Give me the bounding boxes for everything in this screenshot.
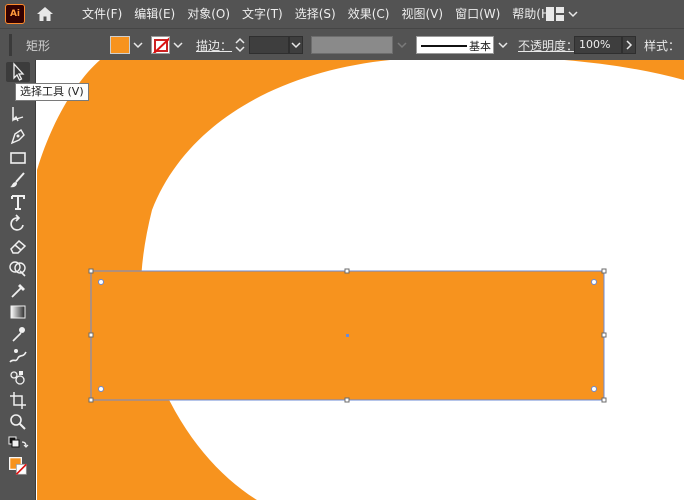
menu-bar: Ai 文件(F) 编辑(E) 对象(O) 文字(T) 选择(S) 效果(C) 视… bbox=[0, 0, 684, 28]
zoom-icon bbox=[10, 414, 26, 430]
menu-edit[interactable]: 编辑(E) bbox=[128, 0, 181, 28]
menu-effect[interactable]: 效果(C) bbox=[342, 0, 396, 28]
watermark: 知乎 @冒险的Cutfish bbox=[474, 465, 642, 485]
control-bar: 矩形 描边： 基本 不透明度： 100% 样式： bbox=[0, 28, 684, 60]
opacity-expand-button[interactable] bbox=[622, 36, 636, 54]
menu-view[interactable]: 视图(V) bbox=[395, 0, 449, 28]
chevron-right-icon bbox=[626, 40, 633, 50]
main-menu: 文件(F) 编辑(E) 对象(O) 文字(T) 选择(S) 效果(C) 视图(V… bbox=[76, 0, 561, 28]
rectangle-icon bbox=[10, 152, 26, 164]
fill-stroke-indicator[interactable] bbox=[6, 456, 30, 480]
eyedropper-tool[interactable] bbox=[6, 280, 30, 300]
pen-icon bbox=[10, 129, 25, 145]
menu-file[interactable]: 文件(F) bbox=[76, 0, 128, 28]
chevron-down-icon[interactable] bbox=[568, 9, 578, 19]
rectangle-tool[interactable] bbox=[6, 148, 30, 168]
artboard-canvas[interactable] bbox=[37, 60, 684, 500]
direct-selection-icon bbox=[12, 107, 24, 122]
opacity-label[interactable]: 不透明度： bbox=[518, 37, 578, 54]
type-icon bbox=[11, 195, 25, 210]
chevron-down-icon[interactable] bbox=[498, 41, 508, 49]
blob-brush-icon bbox=[9, 349, 27, 363]
fill-stroke-icon bbox=[9, 457, 27, 475]
menu-window[interactable]: 窗口(W) bbox=[449, 0, 506, 28]
paintbrush-icon bbox=[10, 172, 25, 188]
rotate-icon bbox=[10, 214, 24, 231]
swap-colors-icon bbox=[8, 436, 29, 448]
eraser-tool[interactable] bbox=[6, 236, 30, 256]
type-tool[interactable] bbox=[6, 192, 30, 212]
eraser-icon bbox=[10, 239, 27, 254]
chevron-down-icon bbox=[291, 42, 301, 49]
stroke-color-swatch[interactable] bbox=[151, 36, 170, 54]
symbol-sprayer-icon bbox=[10, 371, 25, 385]
pen-tool[interactable] bbox=[6, 126, 30, 146]
brush-definition-dropdown[interactable]: 基本 bbox=[416, 36, 494, 54]
artboard-tool[interactable] bbox=[6, 390, 30, 410]
panel-grip[interactable] bbox=[9, 34, 12, 56]
direct-selection-tool[interactable] bbox=[6, 104, 30, 124]
eyedropper-icon bbox=[12, 327, 25, 342]
brush-label: 基本 bbox=[469, 40, 491, 53]
center-point bbox=[346, 334, 349, 337]
shape-builder-tool[interactable] bbox=[6, 258, 30, 278]
selection-arrow-icon bbox=[13, 62, 25, 81]
no-stroke-icon bbox=[152, 37, 169, 53]
shape-builder-icon bbox=[9, 261, 26, 277]
fill-color-swatch[interactable] bbox=[110, 36, 130, 54]
workspace-switcher-icon[interactable] bbox=[546, 7, 564, 21]
gradient-tool[interactable] bbox=[6, 302, 30, 322]
artwork bbox=[37, 60, 684, 500]
menu-object[interactable]: 对象(O) bbox=[181, 0, 236, 28]
stroke-label[interactable]: 描边： bbox=[196, 37, 232, 54]
paintbrush-tool[interactable] bbox=[6, 170, 30, 190]
default-colors-toggle[interactable] bbox=[6, 434, 30, 454]
zoom-tool[interactable] bbox=[6, 412, 30, 432]
rotate-tool[interactable] bbox=[6, 214, 30, 234]
eyedropper-tool-2[interactable] bbox=[6, 324, 30, 344]
tools-panel bbox=[0, 60, 36, 500]
variable-width-profile[interactable] bbox=[311, 36, 393, 54]
blob-brush-tool[interactable] bbox=[6, 346, 30, 366]
stroke-weight-input[interactable] bbox=[249, 36, 289, 54]
style-label[interactable]: 样式： bbox=[644, 37, 680, 54]
stroke-weight-stepper-icon[interactable] bbox=[233, 35, 247, 55]
chevron-down-icon[interactable] bbox=[395, 36, 409, 54]
tool-tooltip: 选择工具 (V) bbox=[15, 83, 89, 101]
app-logo: Ai bbox=[5, 4, 25, 24]
object-type-label: 矩形 bbox=[26, 39, 51, 53]
chevron-down-icon[interactable] bbox=[173, 41, 183, 49]
stroke-weight-dropdown[interactable] bbox=[289, 36, 303, 54]
menu-type[interactable]: 文字(T) bbox=[236, 0, 289, 28]
opacity-input[interactable]: 100% bbox=[574, 36, 622, 54]
home-icon[interactable] bbox=[36, 6, 54, 22]
menu-select[interactable]: 选择(S) bbox=[289, 0, 342, 28]
eyedropper-icon bbox=[11, 284, 25, 298]
chevron-down-icon[interactable] bbox=[133, 41, 143, 49]
brush-stroke-preview bbox=[421, 45, 467, 47]
symbol-sprayer-tool[interactable] bbox=[6, 368, 30, 388]
selection-tool[interactable] bbox=[6, 62, 30, 82]
gradient-icon bbox=[10, 305, 26, 319]
artboard-icon bbox=[10, 392, 26, 409]
